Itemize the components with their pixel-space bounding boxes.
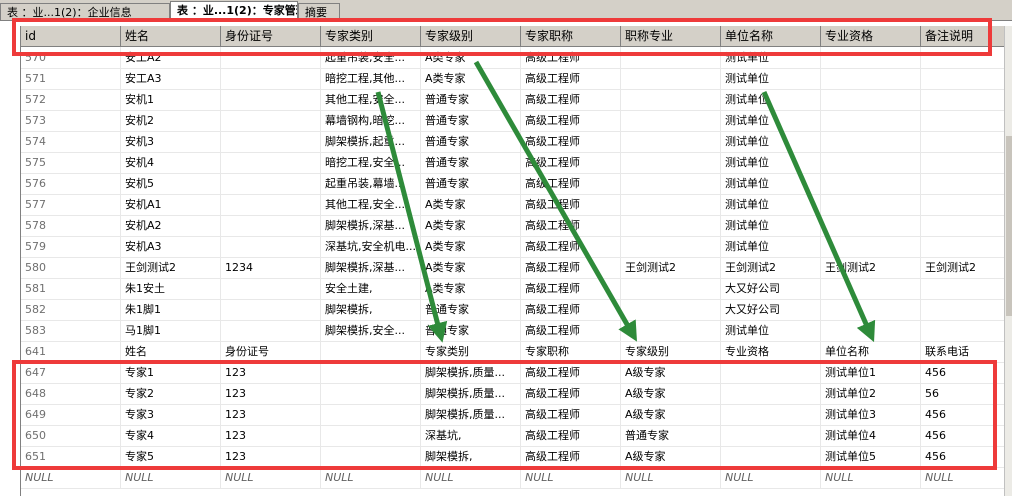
mapping-arrows (375, 60, 876, 343)
arrow-company-to-company (761, 90, 876, 343)
arrow-category-to-category (375, 91, 448, 343)
arrow-level-to-level (473, 60, 637, 342)
